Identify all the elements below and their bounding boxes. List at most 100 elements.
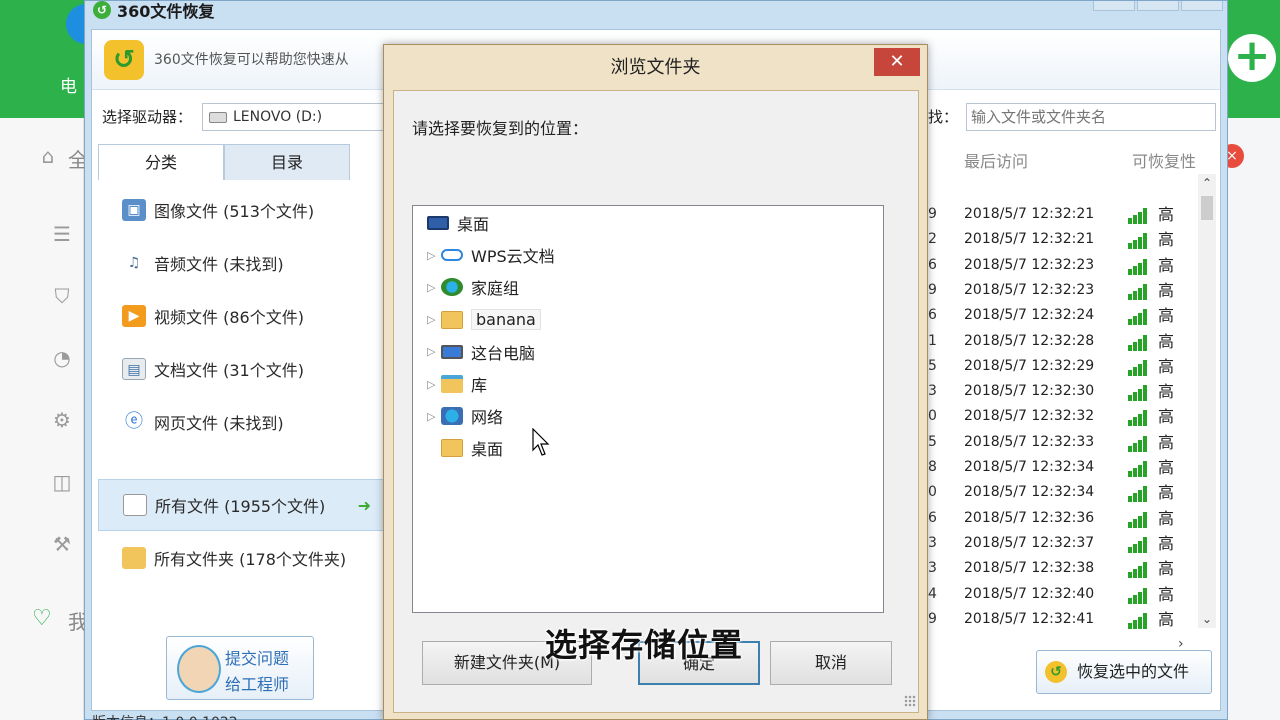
table-row[interactable]: 3 2018/5/7 12:32:30 高 (928, 379, 1198, 404)
music-icon: ♫ (127, 255, 141, 271)
table-row[interactable]: 3 2018/5/7 12:32:37 高 (928, 531, 1198, 556)
cell-recoverability: 高 (1158, 584, 1175, 604)
tree-item[interactable]: ▷ banana (427, 306, 541, 334)
dialog-close-button[interactable]: ✕ (874, 48, 920, 76)
submit-issue-button[interactable]: 提交问题 给工程师 (166, 636, 314, 700)
category-item-web[interactable]: ⓔ 网页文件 (未找到) (98, 396, 386, 448)
column-header-last-access[interactable]: 最后访问 (964, 148, 1028, 172)
vertical-scrollbar[interactable]: ⌃ ⌄ (1198, 174, 1216, 628)
table-row[interactable]: 0 2018/5/7 12:32:32 高 (928, 404, 1198, 429)
search-label: 找： (928, 108, 959, 126)
table-row[interactable]: 8 2018/5/7 12:32:34 高 (928, 455, 1198, 480)
cell-recoverability: 高 (1158, 407, 1175, 427)
table-row[interactable]: 9 2018/5/7 12:32:21 高 (928, 202, 1198, 227)
cell-size: 3 (928, 560, 937, 577)
table-row[interactable]: 6 2018/5/7 12:32:36 高 (928, 506, 1198, 531)
maximize-button[interactable] (1137, 1, 1179, 11)
tab-category[interactable]: 分类 (98, 144, 224, 182)
tree-item[interactable]: ▷ 网络 (427, 402, 503, 430)
version-info: 版本信息：1.0.0.1022 (92, 712, 238, 720)
category-item-audio[interactable]: ♫ 音频文件 (未找到) (98, 237, 386, 289)
table-row[interactable]: 6 2018/5/7 12:32:24 高 (928, 303, 1198, 328)
expand-arrow-icon[interactable]: ▷ (427, 281, 441, 294)
category-label: 所有文件夹 (178个文件夹) (154, 550, 347, 569)
tree-item[interactable]: ▷ 家庭组 (427, 273, 519, 301)
library-icon (441, 375, 463, 393)
signal-bars-icon (1128, 612, 1150, 629)
tree-item[interactable]: 桌面 (427, 209, 489, 237)
list-icon[interactable]: ☰ (50, 222, 74, 246)
drive-select[interactable]: LENOVO (D:) (202, 103, 392, 131)
tree-item[interactable]: ▷ 库 (427, 370, 487, 398)
cell-size: 9 (928, 206, 937, 222)
drive-value: LENOVO (D:) (233, 109, 323, 125)
cell-recoverability: 高 (1158, 559, 1175, 579)
plus-icon[interactable]: + (1228, 34, 1276, 82)
cell-last-access: 2018/5/7 12:32:24 (964, 307, 1095, 324)
folder-tree: 桌面 ▷ WPS云文档 ▷ 家庭组 ▷ banana ▷ 这台电脑 ▷ 库 ▷ 网络 桌面 (412, 205, 884, 613)
close-button[interactable] (1181, 1, 1223, 11)
category-item-video[interactable]: ▶ 视频文件 (86个文件) (98, 290, 386, 342)
column-header-recoverability[interactable]: 可恢复性 (1132, 148, 1196, 172)
table-row[interactable]: 2 2018/5/7 12:32:21 高 (928, 227, 1198, 252)
expand-arrow-icon[interactable]: ▷ (427, 378, 441, 391)
shield-icon[interactable]: ⛉ (50, 284, 74, 308)
table-row[interactable]: 3 2018/5/7 12:32:38 高 (928, 556, 1198, 581)
table-row[interactable]: 9 2018/5/7 12:32:41 高 (928, 607, 1198, 632)
gear-icon[interactable]: ⚙ (50, 408, 74, 432)
cell-last-access: 2018/5/7 12:32:38 (964, 560, 1095, 577)
category-item-images[interactable]: ▣ 图像文件 (513个文件) (98, 184, 386, 236)
minimize-button[interactable] (1093, 1, 1135, 11)
cell-recoverability: 高 (1158, 331, 1175, 351)
expand-arrow-icon[interactable]: ▷ (427, 313, 441, 326)
table-row[interactable]: 9 2018/5/7 12:32:23 高 (928, 278, 1198, 303)
cell-size: 6 (928, 256, 937, 273)
cancel-button[interactable]: 取消 (770, 641, 892, 685)
table-row[interactable]: 1 2018/5/7 12:32:28 高 (928, 329, 1198, 354)
window-title: ↺ 360文件恢复 (93, 0, 214, 25)
category-label: 文档文件 (31个文件) (154, 361, 304, 380)
table-row[interactable]: 0 2018/5/7 12:32:34 高 (928, 480, 1198, 505)
cell-last-access: 2018/5/7 12:32:37 (964, 534, 1095, 551)
tree-item[interactable]: ▷ 这台电脑 (427, 338, 535, 366)
submit-line2: 给工程师 (225, 675, 290, 694)
wrench-icon[interactable]: ⚒ (50, 532, 74, 556)
tree-item[interactable]: 桌面 (427, 434, 503, 462)
table-row[interactable]: 5 2018/5/7 12:32:33 高 (928, 430, 1198, 455)
resize-grip-icon[interactable] (904, 695, 916, 707)
table-row[interactable]: 4 2018/5/7 12:32:40 高 (928, 582, 1198, 607)
tree-item[interactable]: ▷ WPS云文档 (427, 241, 555, 269)
video-icon: ▶ (122, 305, 146, 327)
home-icon[interactable]: ⌂ (36, 144, 60, 168)
expand-arrow-icon[interactable]: ▷ (427, 249, 441, 262)
cell-last-access: 2018/5/7 12:32:32 (964, 408, 1095, 425)
cell-last-access: 2018/5/7 12:32:34 (964, 459, 1095, 475)
category-label: 所有文件 (1955个文件) (155, 497, 326, 516)
web-icon: ⓔ (125, 411, 143, 432)
cell-size: 6 (928, 509, 937, 526)
restore-selected-button[interactable]: ↺ 恢复选中的文件 (1036, 650, 1212, 694)
signal-bars-icon (1128, 208, 1150, 224)
search-input[interactable] (966, 103, 1216, 131)
category-label: 图像文件 (513个文件) (154, 202, 315, 221)
category-item-all-folders[interactable]: 所有文件夹 (178个文件夹) (98, 532, 386, 584)
category-item-documents[interactable]: ▤ 文档文件 (31个文件) (98, 343, 386, 395)
cell-last-access: 2018/5/7 12:32:36 (964, 509, 1095, 526)
expand-arrow-icon[interactable]: ▷ (427, 410, 441, 423)
table-row[interactable]: 6 2018/5/7 12:32:23 高 (928, 253, 1198, 278)
cell-last-access: 2018/5/7 12:32:29 (964, 357, 1095, 374)
restore-icon: ↺ (1045, 661, 1067, 683)
cell-size: 3 (928, 383, 937, 400)
scroll-down-icon[interactable]: ⌄ (1198, 610, 1216, 628)
clock-icon[interactable]: ◔ (50, 346, 74, 370)
category-item-all-files[interactable]: 所有文件 (1955个文件) ➜ (98, 479, 386, 531)
expand-arrow-icon[interactable]: ▷ (427, 345, 441, 358)
table-row[interactable]: 5 2018/5/7 12:32:29 高 (928, 354, 1198, 379)
gamepad-icon[interactable]: ◫ (50, 470, 74, 494)
tab-directory[interactable]: 目录 (224, 144, 350, 182)
cell-last-access: 2018/5/7 12:32:21 (964, 231, 1095, 248)
cell-recoverability: 高 (1158, 230, 1175, 250)
scroll-up-icon[interactable]: ⌃ (1198, 174, 1216, 192)
user-folder-icon (441, 310, 463, 329)
scroll-thumb[interactable] (1201, 196, 1213, 220)
